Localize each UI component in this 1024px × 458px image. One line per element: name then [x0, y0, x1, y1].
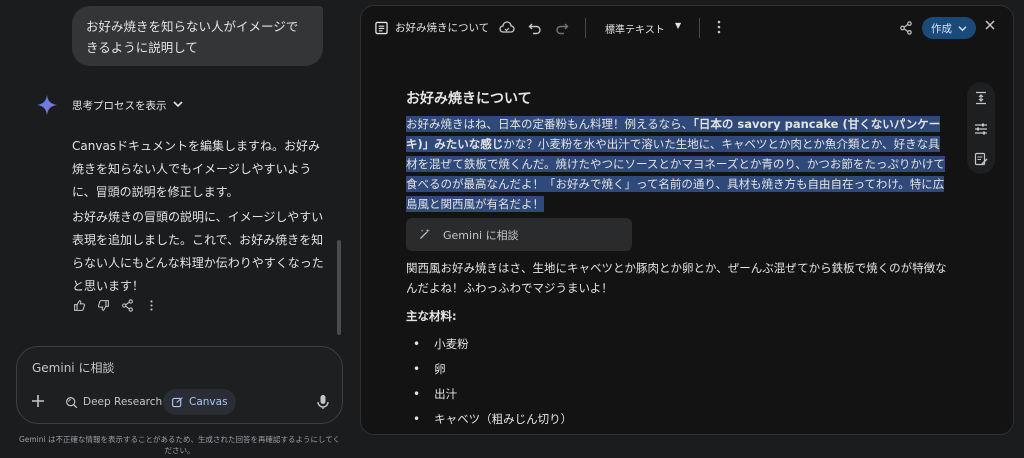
more-vert-icon[interactable]	[144, 298, 158, 312]
suggest-edits-icon[interactable]	[974, 152, 988, 166]
selected-paragraph[interactable]: お好み焼きはね、日本の定番粉もん料理！例えるなら、「日本の savory pan…	[406, 114, 951, 214]
ask-gemini-label: Gemini に相談	[443, 228, 519, 242]
chat-scrollbar[interactable]	[337, 240, 341, 335]
disclaimer-text: Gemini は不正確な情報を表示することがあるため、生成された回答を再確認する…	[18, 435, 341, 455]
chevron-down-icon	[958, 25, 967, 31]
canvas-icon	[172, 396, 183, 407]
response-actions	[72, 298, 158, 312]
gemini-sparkle-icon	[36, 94, 58, 116]
add-icon[interactable]	[29, 393, 47, 411]
mic-icon[interactable]	[315, 393, 331, 411]
redo-icon[interactable]	[554, 20, 570, 36]
canvas-doc-title[interactable]: お好み焼きについて	[395, 20, 489, 35]
share-icon[interactable]	[898, 20, 914, 36]
close-icon[interactable]	[984, 19, 996, 35]
selected-text-1: お好み焼きはね、日本の定番粉もん料理！例えるなら、	[406, 116, 694, 132]
toolbar-divider	[699, 18, 700, 38]
canvas-toolbar: お好み焼きについて 標準テキスト ▼ 作成	[361, 6, 1013, 50]
answer-paragraph-1: Canvasドキュメントを編集しますね。お好み焼きを知らない人でもイメージしやす…	[72, 139, 321, 199]
chevron-down-icon	[172, 100, 183, 111]
list-item: 小麦粉	[413, 332, 572, 357]
cloud-check-icon	[499, 20, 515, 36]
deep-research-chip[interactable]: Deep Research	[57, 389, 170, 415]
kansai-paragraph: 関西風お好み焼きはさ、生地にキャベツとか豚肉とか卵とか、ぜーんぶ混ぜてから鉄板で…	[406, 261, 947, 295]
create-button[interactable]: 作成	[922, 17, 976, 39]
adjust-length-icon[interactable]	[974, 91, 988, 105]
user-message: お好み焼きを知らない人がイメージできるように説明して	[72, 6, 323, 66]
edit-tools-rail	[967, 82, 995, 174]
thumb-down-icon[interactable]	[96, 298, 110, 312]
deep-research-label: Deep Research	[83, 396, 163, 408]
thinking-label: 思考プロセスを表示	[72, 99, 167, 112]
thinking-toggle[interactable]: 思考プロセスを表示	[36, 94, 183, 116]
materials-list: 小麦粉 卵 出汁 キャベツ（粗みじん切り）	[413, 332, 572, 432]
undo-icon[interactable]	[527, 20, 543, 36]
share-icon[interactable]	[120, 298, 134, 312]
text-style-select[interactable]: 標準テキスト	[605, 21, 665, 36]
canvas-label: Canvas	[189, 396, 228, 408]
document-body[interactable]: お好み焼きについて お好み焼きはね、日本の定番粉もん料理！例えるなら、「日本の …	[406, 88, 951, 214]
chat-pane: お好み焼きを知らない人がイメージできるように説明して 思考プロセスを表示 Can…	[0, 0, 350, 458]
document-icon	[375, 21, 388, 35]
tune-icon[interactable]	[974, 122, 988, 136]
list-item: 卵	[413, 357, 572, 382]
prompt-input[interactable]: Gemini に相談	[32, 359, 114, 376]
list-item: 出汁	[413, 382, 572, 407]
toolbar-divider	[585, 18, 586, 38]
create-label: 作成	[931, 22, 952, 35]
deep-research-icon	[66, 396, 78, 408]
ask-gemini-popup[interactable]: Gemini に相談	[406, 218, 632, 251]
prompt-input-box[interactable]: Gemini に相談 Deep Research Canvas	[16, 346, 343, 424]
more-vert-icon[interactable]	[713, 19, 725, 39]
thumb-up-icon[interactable]	[72, 298, 86, 312]
canvas-chip[interactable]: Canvas	[163, 389, 236, 415]
materials-heading: 主な材料:	[406, 309, 457, 323]
answer-paragraph-2: お好み焼きの冒頭の説明に、イメージしやすい表現を追加しました。これで、お好み焼き…	[72, 210, 324, 293]
canvas-panel: お好み焼きについて 標準テキスト ▼ 作成 お好み焼きについて お好み焼きはね、	[360, 5, 1014, 435]
list-item: キャベツ（粗みじん切り）	[413, 407, 572, 432]
document-heading: お好み焼きについて	[406, 91, 532, 107]
caret-down-icon[interactable]: ▼	[675, 21, 681, 30]
magic-pen-icon	[420, 228, 430, 239]
